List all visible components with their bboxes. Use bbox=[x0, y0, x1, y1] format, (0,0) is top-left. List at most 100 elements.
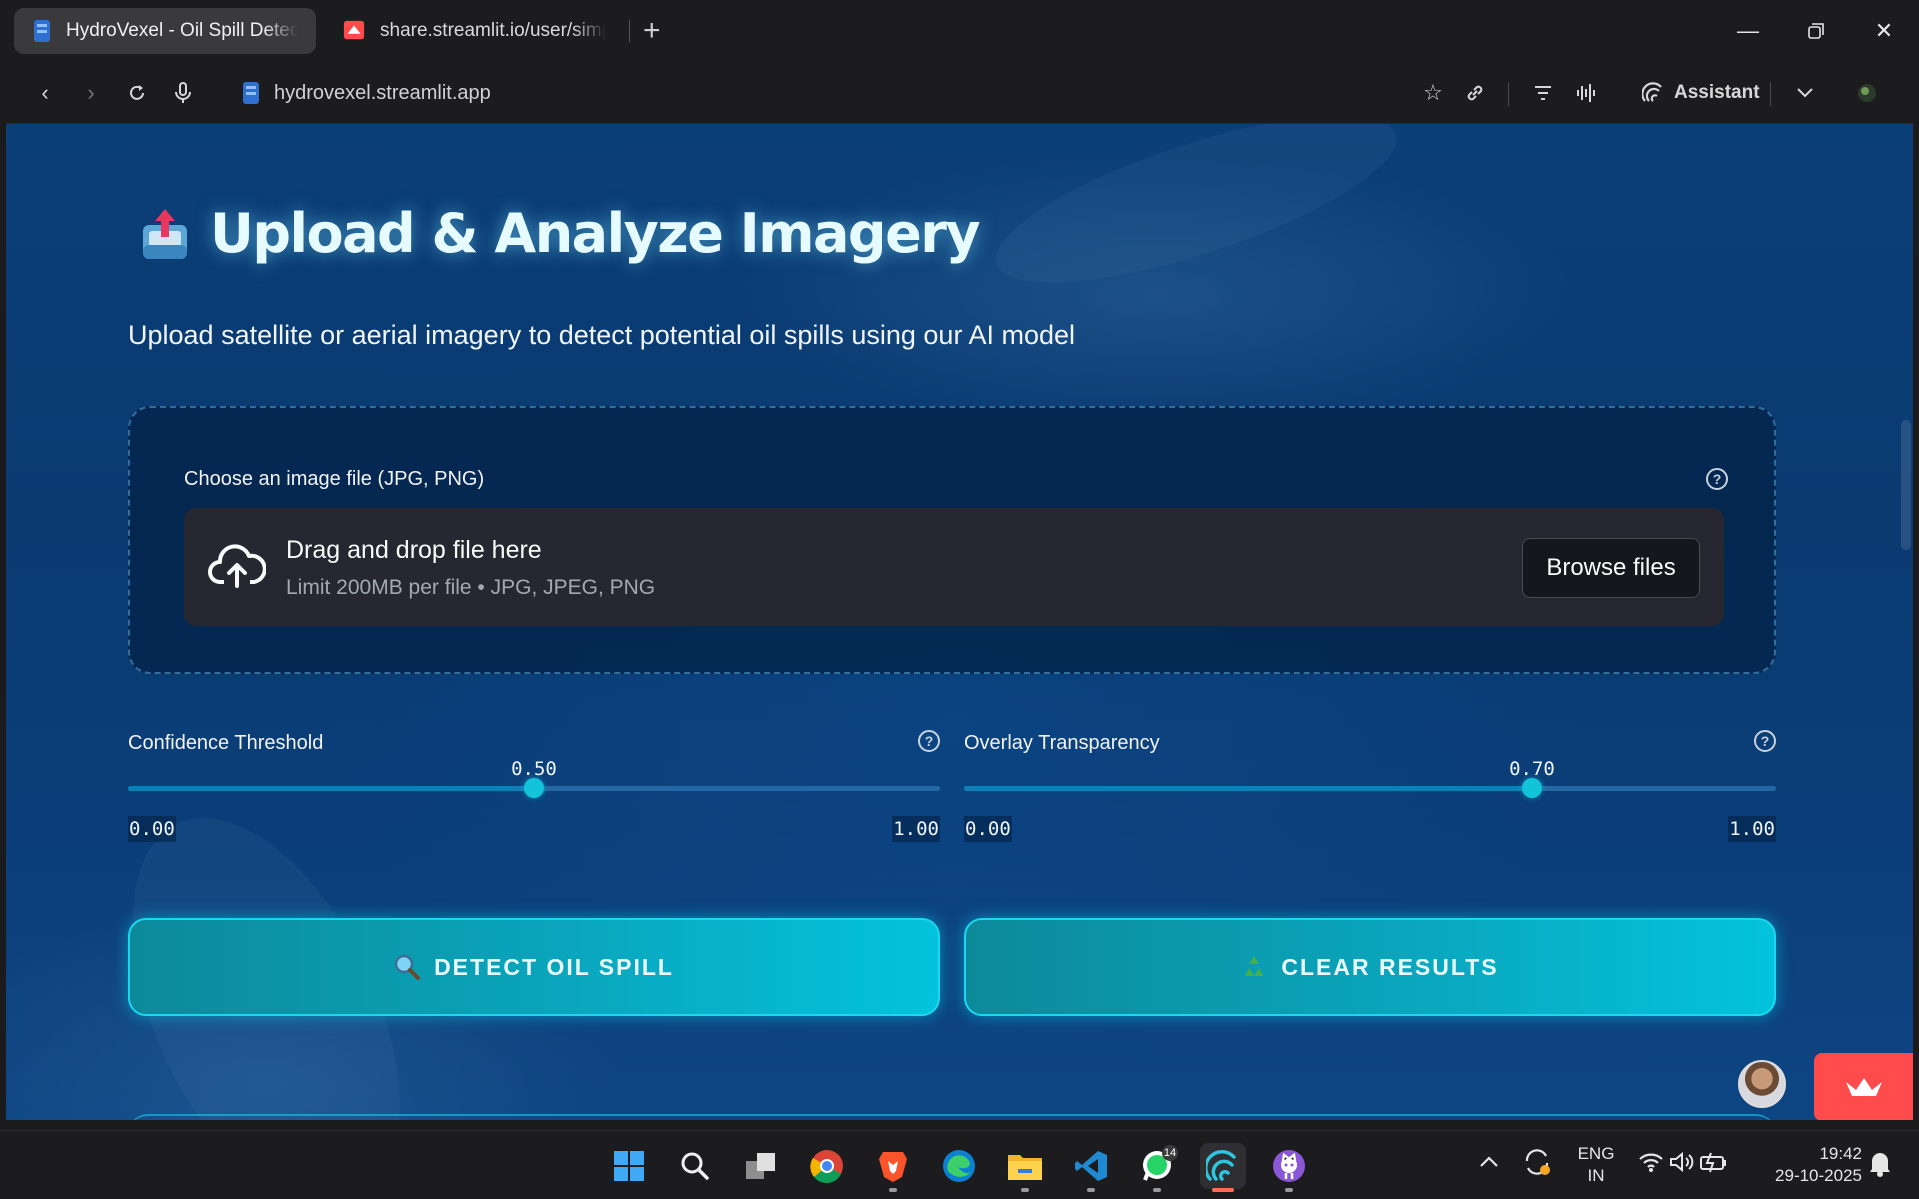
chrome-icon bbox=[810, 1150, 843, 1183]
slider-label: Overlay Transparency bbox=[964, 732, 1160, 754]
recycle-icon bbox=[1245, 956, 1264, 976]
background-whale-shape bbox=[979, 124, 1413, 317]
avatar[interactable] bbox=[1738, 1060, 1786, 1108]
url-field[interactable]: hydrovexel.streamlit.app bbox=[242, 75, 491, 111]
menu-dropdown-button[interactable] bbox=[1788, 76, 1822, 110]
slider-fill bbox=[964, 786, 1532, 791]
wave-app-icon bbox=[1206, 1149, 1236, 1181]
bookmark-button[interactable]: ☆ bbox=[1416, 76, 1450, 110]
taskbar-search-button[interactable] bbox=[672, 1143, 718, 1189]
clock-time: 19:42 bbox=[1819, 1144, 1862, 1163]
button-label: CLEAR RESULTS bbox=[1281, 953, 1499, 980]
reader-mode-button[interactable] bbox=[1526, 76, 1560, 110]
audio-wave-icon bbox=[1577, 84, 1595, 102]
running-indicator bbox=[1087, 1188, 1095, 1192]
inbox-tray-upload-icon bbox=[143, 208, 187, 259]
link-icon bbox=[1467, 85, 1483, 101]
assistant-button[interactable]: Assistant bbox=[1642, 76, 1760, 110]
help-icon[interactable]: ? bbox=[1754, 730, 1776, 752]
tab-streamlit-share[interactable]: share.streamlit.io/user/simplyalb bbox=[324, 8, 624, 54]
chevron-down-icon bbox=[1797, 88, 1813, 98]
vscode-icon bbox=[1075, 1151, 1107, 1181]
task-view-icon bbox=[746, 1153, 775, 1179]
cloud-upload-icon bbox=[208, 544, 266, 588]
edge-icon bbox=[943, 1150, 975, 1182]
drop-zone-limit: Limit 200MB per file • JPG, JPEG, PNG bbox=[286, 576, 656, 599]
brave-icon bbox=[879, 1152, 907, 1182]
taskbar-chrome[interactable] bbox=[804, 1143, 850, 1189]
minimize-button[interactable]: — bbox=[1720, 10, 1776, 52]
search-icon bbox=[681, 1152, 709, 1180]
toolbar-divider bbox=[1508, 82, 1509, 106]
taskbar-active-app[interactable] bbox=[1200, 1143, 1246, 1192]
restore-button[interactable] bbox=[1788, 10, 1844, 52]
tray-overflow-button[interactable] bbox=[1480, 1151, 1498, 1173]
running-indicator bbox=[1021, 1188, 1029, 1192]
volume-icon bbox=[1669, 1151, 1694, 1173]
language-indicator[interactable]: ENG IN bbox=[1576, 1143, 1616, 1187]
profile-globe-icon bbox=[1858, 84, 1876, 102]
active-indicator bbox=[1212, 1188, 1234, 1192]
results-card-edge bbox=[128, 1114, 1776, 1120]
drop-zone[interactable]: Drag and drop file here Limit 200MB per … bbox=[184, 508, 1724, 626]
address-bar: ‹ › hydrovexel.streamlit.app ☆ Assistant bbox=[6, 62, 1913, 124]
running-indicator bbox=[1285, 1188, 1293, 1192]
close-icon: ✕ bbox=[1874, 18, 1894, 43]
taskbar-vscode[interactable] bbox=[1068, 1143, 1114, 1192]
drop-zone-title: Drag and drop file here bbox=[286, 536, 542, 564]
uploader-label: Choose an image file (JPG, PNG) bbox=[184, 468, 485, 490]
slider-thumb[interactable] bbox=[1522, 778, 1542, 798]
taskbar-brave[interactable] bbox=[870, 1143, 916, 1192]
overlay-transparency-slider: Overlay Transparency ? 0.70 0.00 1.00 bbox=[964, 730, 1776, 842]
streamlit-crown-icon bbox=[1846, 1078, 1882, 1096]
taskbar-file-explorer[interactable] bbox=[1002, 1143, 1048, 1192]
wifi-icon bbox=[1639, 1153, 1663, 1172]
audio-button[interactable] bbox=[1570, 76, 1604, 110]
back-button[interactable]: ‹ bbox=[28, 76, 62, 110]
slider-fill bbox=[128, 786, 534, 791]
page-scrollbar[interactable] bbox=[1901, 420, 1911, 550]
forward-button[interactable]: › bbox=[74, 76, 108, 110]
clear-results-button[interactable]: CLEAR RESULTS bbox=[964, 918, 1776, 1016]
clock[interactable]: 19:42 29-10-2025 bbox=[1752, 1143, 1862, 1187]
taskbar-whatsapp[interactable]: 14 bbox=[1134, 1143, 1180, 1192]
page-subtitle: Upload satellite or aerial imagery to de… bbox=[128, 320, 1076, 350]
voice-search-button[interactable] bbox=[166, 76, 200, 110]
copy-link-button[interactable] bbox=[1458, 76, 1492, 110]
file-uploader: Choose an image file (JPG, PNG) ? Drag a… bbox=[128, 406, 1776, 674]
taskbar: 14 ENG IN 19:42 29-10-2025 bbox=[0, 1130, 1919, 1199]
region-code: IN bbox=[1587, 1166, 1605, 1185]
clock-date: 29-10-2025 bbox=[1775, 1166, 1862, 1185]
browse-files-button[interactable]: Browse files bbox=[1522, 538, 1700, 598]
sync-status-button[interactable] bbox=[1522, 1147, 1552, 1183]
close-window-button[interactable]: ✕ bbox=[1856, 10, 1912, 52]
taskbar-edge[interactable] bbox=[936, 1143, 982, 1189]
restore-icon bbox=[1808, 23, 1824, 39]
streamlit-icon bbox=[343, 20, 365, 40]
tab-title: share.streamlit.io/user/simplyalb bbox=[380, 20, 606, 41]
detect-oil-spill-button[interactable]: DETECT OIL SPILL bbox=[128, 918, 940, 1016]
reload-button[interactable] bbox=[120, 76, 154, 110]
slider-min-label: 0.00 bbox=[128, 816, 176, 842]
network-volume-battery[interactable] bbox=[1638, 1151, 1727, 1179]
sync-icon bbox=[1525, 1149, 1550, 1175]
task-view-button[interactable] bbox=[738, 1143, 784, 1189]
new-tab-button[interactable]: + bbox=[643, 14, 661, 48]
tab-title: HydroVexel - Oil Spill Detection bbox=[66, 20, 298, 41]
help-icon[interactable]: ? bbox=[918, 730, 940, 752]
hydrovexel-icon bbox=[243, 82, 259, 104]
github-icon bbox=[1273, 1150, 1305, 1182]
slider-max-label: 1.00 bbox=[1728, 816, 1776, 842]
slider-thumb[interactable] bbox=[524, 778, 544, 798]
notifications-button[interactable] bbox=[1868, 1149, 1892, 1183]
profile-button[interactable] bbox=[1850, 76, 1884, 110]
windows-start-button[interactable] bbox=[606, 1143, 652, 1189]
streamlit-badge[interactable] bbox=[1814, 1053, 1913, 1120]
page-title: Upload & Analyze Imagery bbox=[140, 202, 981, 265]
list-lines-icon bbox=[1535, 86, 1551, 100]
tab-hydrovexel[interactable]: HydroVexel - Oil Spill Detection bbox=[14, 8, 316, 54]
help-icon[interactable]: ? bbox=[1706, 468, 1728, 490]
back-arrow-icon: ‹ bbox=[41, 80, 49, 105]
taskbar-github[interactable] bbox=[1266, 1143, 1312, 1192]
slider-track[interactable] bbox=[964, 786, 1776, 791]
